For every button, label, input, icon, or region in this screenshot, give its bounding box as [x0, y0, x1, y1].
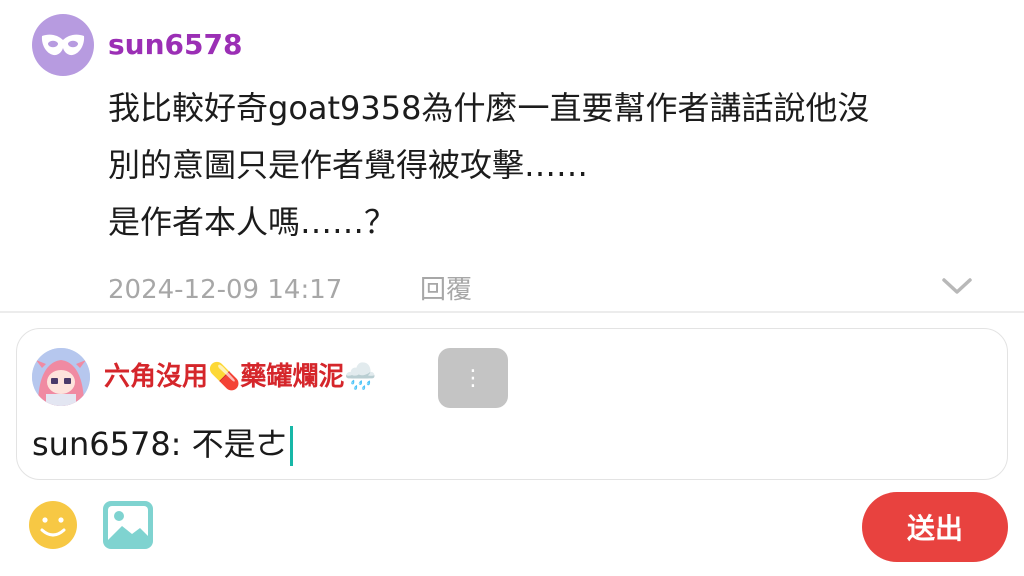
reply-target-avatar: [32, 348, 90, 406]
comment-username[interactable]: sun6578: [108, 28, 242, 62]
avatar-image: [32, 348, 90, 406]
comment-body-line: 我比較好奇goat9358為什麼一直要幫作者講話說他沒: [108, 89, 870, 127]
divider: [0, 311, 1024, 313]
reply-button[interactable]: 回覆: [420, 272, 472, 308]
chevron-down-icon[interactable]: [940, 272, 974, 300]
comment-body-line: 別的意圖只是作者覺得被攻擊……: [108, 146, 589, 184]
comment-card: sun6578 我比較好奇goat9358為什麼一直要幫作者講話說他沒 別的意圖…: [0, 0, 1024, 312]
comment-timestamp: 2024-12-09 14:17: [108, 275, 343, 305]
reply-input[interactable]: sun6578: 不是ㄜ: [32, 422, 293, 466]
send-button[interactable]: 送出: [862, 492, 1008, 562]
image-icon[interactable]: [102, 500, 154, 550]
user-avatar[interactable]: [32, 14, 94, 76]
reply-target-name: 六角沒用💊藥罐爛泥🌧️: [104, 362, 377, 392]
reply-input-value: sun6578: 不是ㄜ: [32, 425, 288, 463]
text-caret: [289, 426, 293, 466]
emoji-icon[interactable]: [28, 500, 78, 550]
mask-icon: [41, 34, 85, 56]
comment-body: 我比較好奇goat9358為什麼一直要幫作者講話說他沒 別的意圖只是作者覺得被攻…: [108, 80, 1008, 251]
comment-body-line: 是作者本人嗎……？: [108, 203, 397, 241]
more-options-button[interactable]: ⋮: [438, 348, 508, 408]
